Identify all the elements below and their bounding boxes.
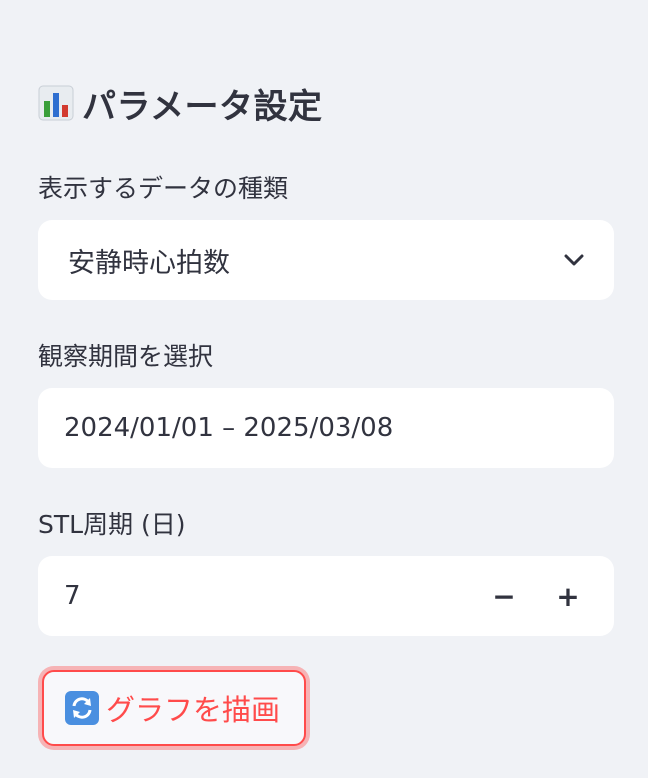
bar-chart-icon <box>38 85 74 121</box>
page-title: パラメータ設定 <box>82 86 323 127</box>
increment-button[interactable]: + <box>540 568 596 624</box>
draw-button-label: グラフを描画 <box>106 693 281 727</box>
stepper-controls: − + <box>476 568 596 624</box>
data-type-select[interactable]: 安静時心拍数 <box>38 220 614 300</box>
refresh-icon <box>64 690 100 726</box>
stl-period-label: STL周期 (日) <box>38 510 186 539</box>
data-type-label: 表示するデータの種類 <box>38 174 289 203</box>
draw-button-focus-ring: グラフを描画 <box>38 666 311 750</box>
section-header: パラメータ設定 <box>38 78 610 128</box>
chevron-down-icon <box>560 246 588 274</box>
decrement-button[interactable]: − <box>476 568 532 624</box>
data-type-selected-value: 安静時心拍数 <box>68 247 230 279</box>
stl-period-value[interactable]: 7 <box>64 581 81 611</box>
date-range-value: 2024/01/01 – 2025/03/08 <box>64 413 394 443</box>
date-range-input[interactable]: 2024/01/01 – 2025/03/08 <box>38 388 614 468</box>
draw-graph-button[interactable]: グラフを描画 <box>42 670 307 746</box>
period-label: 観察期間を選択 <box>38 342 214 371</box>
sidebar: パラメータ設定 表示するデータの種類 安静時心拍数 観察期間を選択 2024/0… <box>0 0 648 778</box>
stl-period-number-input[interactable]: 7 − + <box>38 556 614 636</box>
